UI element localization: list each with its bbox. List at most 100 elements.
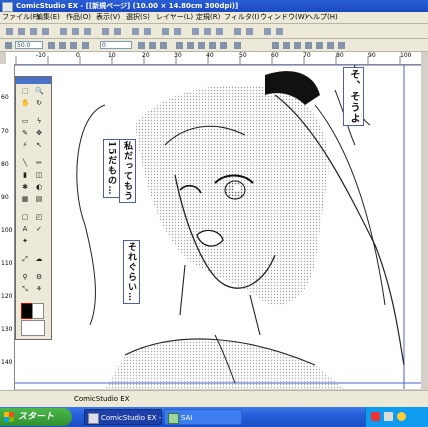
- menu-select[interactable]: 選択(S): [126, 13, 150, 22]
- menu-edit[interactable]: 編集(E): [36, 13, 60, 22]
- fit-page-icon[interactable]: [68, 40, 79, 51]
- gradient-icon[interactable]: [314, 40, 325, 51]
- brush-icon[interactable]: [281, 40, 292, 51]
- network-icon[interactable]: [384, 412, 393, 421]
- tone-select-icon[interactable]: [303, 40, 314, 51]
- vector-pen-icon[interactable]: ⤡: [21, 285, 29, 293]
- marker-icon[interactable]: ▮: [21, 171, 29, 179]
- pointer-icon[interactable]: ↖: [35, 141, 43, 149]
- pen-pressure-icon[interactable]: [270, 40, 281, 51]
- page-view-icon[interactable]: [190, 26, 201, 37]
- tone-tool-icon[interactable]: ▦: [21, 195, 29, 203]
- new-file-icon[interactable]: [4, 26, 15, 37]
- layer-icon[interactable]: [325, 40, 336, 51]
- redo-icon[interactable]: [112, 26, 123, 37]
- transparent-color-swatch[interactable]: [21, 320, 45, 336]
- story-view-icon[interactable]: [202, 26, 213, 37]
- menu-view[interactable]: 表示(V): [96, 13, 120, 22]
- drawing-canvas[interactable]: そ、そうよ 私だってもう 15だもの… それぐらい…: [15, 65, 421, 389]
- marquee-icon[interactable]: ▭: [21, 117, 29, 125]
- undo-icon[interactable]: [100, 26, 111, 37]
- menu-work[interactable]: 作品(O): [66, 13, 91, 22]
- settings-icon[interactable]: [336, 40, 347, 51]
- cut-icon[interactable]: [58, 26, 69, 37]
- horizontal-ruler: -10 0 10 20 30 40 50 60 70 80 90 100: [6, 52, 421, 65]
- zoom-out-icon[interactable]: [57, 40, 68, 51]
- tool-palette-titlebar[interactable]: [16, 77, 51, 84]
- ruler-tool-icon[interactable]: ◰: [35, 213, 43, 221]
- comicstudio-icon: [88, 413, 99, 424]
- smudge-icon[interactable]: ⚙: [35, 273, 43, 281]
- actual-size-icon[interactable]: [80, 40, 91, 51]
- start-button[interactable]: スタート: [0, 408, 72, 426]
- rotate-right-icon[interactable]: [147, 40, 158, 51]
- tool-palette-icon[interactable]: [142, 26, 153, 37]
- eraser-icon[interactable]: ◫: [35, 171, 43, 179]
- tool-palette: ⬚ 🔍 ✋ ↻ ▭ ϟ ✎ ✥ ⚡ ↖ ╲ ✏ ▮ ◫ ✱ ◐ ▦ ▤ ▢ ◰ …: [15, 76, 52, 340]
- gradation-icon[interactable]: ▤: [35, 195, 43, 203]
- angle-field[interactable]: 0: [100, 41, 132, 49]
- move-icon[interactable]: ⬚: [21, 87, 29, 95]
- export-icon[interactable]: [262, 26, 273, 37]
- balloon-tool-icon[interactable]: ✓: [35, 225, 43, 233]
- mask-icon[interactable]: [218, 40, 229, 51]
- layer-palette-icon[interactable]: [130, 26, 141, 37]
- tone-icon[interactable]: [244, 26, 255, 37]
- menu-file[interactable]: ファイル(F): [2, 13, 40, 22]
- flip-icon[interactable]: [158, 40, 169, 51]
- start-label: スタート: [18, 412, 55, 422]
- tray-app-icon[interactable]: [371, 412, 380, 421]
- text-tool-icon[interactable]: A: [21, 225, 29, 233]
- balloon-text-col2: 15だもの…: [103, 139, 120, 198]
- rotate-tool-icon[interactable]: ↻: [35, 99, 43, 107]
- rotate-left-icon[interactable]: [136, 40, 147, 51]
- pen-icon[interactable]: ╲: [21, 159, 29, 167]
- help-icon[interactable]: [274, 26, 285, 37]
- guide-icon[interactable]: [196, 40, 207, 51]
- menu-ruler[interactable]: 定規(R): [196, 13, 220, 22]
- save-icon[interactable]: [28, 26, 39, 37]
- vector-erase-icon[interactable]: ⚘: [35, 285, 43, 293]
- text-icon[interactable]: [292, 40, 303, 51]
- ruler-label: 110: [1, 260, 13, 267]
- snap-icon[interactable]: [174, 40, 185, 51]
- select-pen-icon[interactable]: ✎: [21, 129, 29, 137]
- object-select-icon[interactable]: ✥: [35, 129, 43, 137]
- blur-icon[interactable]: ☁: [35, 255, 43, 263]
- zoom-tool-icon[interactable]: 🔍: [35, 87, 44, 95]
- zoom-in-icon[interactable]: [46, 40, 57, 51]
- zoom-icon[interactable]: [3, 40, 14, 51]
- lasso-icon[interactable]: ϟ: [35, 117, 43, 125]
- paste-icon[interactable]: [82, 26, 93, 37]
- menu-window[interactable]: ウィンドウ(W): [260, 13, 307, 22]
- background-color-swatch[interactable]: [32, 303, 44, 319]
- open-file-icon[interactable]: [16, 26, 27, 37]
- grid-icon[interactable]: [160, 26, 171, 37]
- status-text: ComicStudio EX: [74, 395, 130, 403]
- bucket-icon[interactable]: ◐: [35, 183, 43, 191]
- ruler-label: 130: [1, 326, 13, 333]
- magic-wand-icon[interactable]: ⚡: [21, 141, 29, 149]
- menu-help[interactable]: ヘルプ(H): [306, 13, 338, 22]
- transform-icon[interactable]: ⤢: [21, 255, 29, 263]
- print-icon[interactable]: [40, 26, 51, 37]
- ruler-icon[interactable]: [172, 26, 183, 37]
- color-icon[interactable]: [214, 26, 225, 37]
- panel-tool-icon[interactable]: ▢: [21, 213, 29, 221]
- task-comicstudio[interactable]: ComicStudio EX - [[...: [84, 409, 162, 425]
- flash-tool-icon[interactable]: ✦: [21, 237, 29, 245]
- filter-icon[interactable]: [232, 26, 243, 37]
- layer-mode-icon[interactable]: [232, 40, 243, 51]
- zoom-field[interactable]: 50.0: [15, 41, 43, 49]
- hand-icon[interactable]: ✋: [21, 99, 30, 107]
- volume-icon[interactable]: [397, 412, 406, 421]
- task-sai[interactable]: SAI: [164, 409, 242, 425]
- airbrush-icon[interactable]: ✱: [21, 183, 29, 191]
- eyedropper-icon[interactable]: ⚲: [21, 273, 29, 281]
- transparency-icon[interactable]: [185, 40, 196, 51]
- pencil-icon[interactable]: ✏: [35, 159, 43, 167]
- menu-layer[interactable]: レイヤー(L): [156, 13, 193, 22]
- frame-icon[interactable]: [207, 40, 218, 51]
- menu-filter[interactable]: フィルタ(I): [224, 13, 259, 22]
- copy-icon[interactable]: [70, 26, 81, 37]
